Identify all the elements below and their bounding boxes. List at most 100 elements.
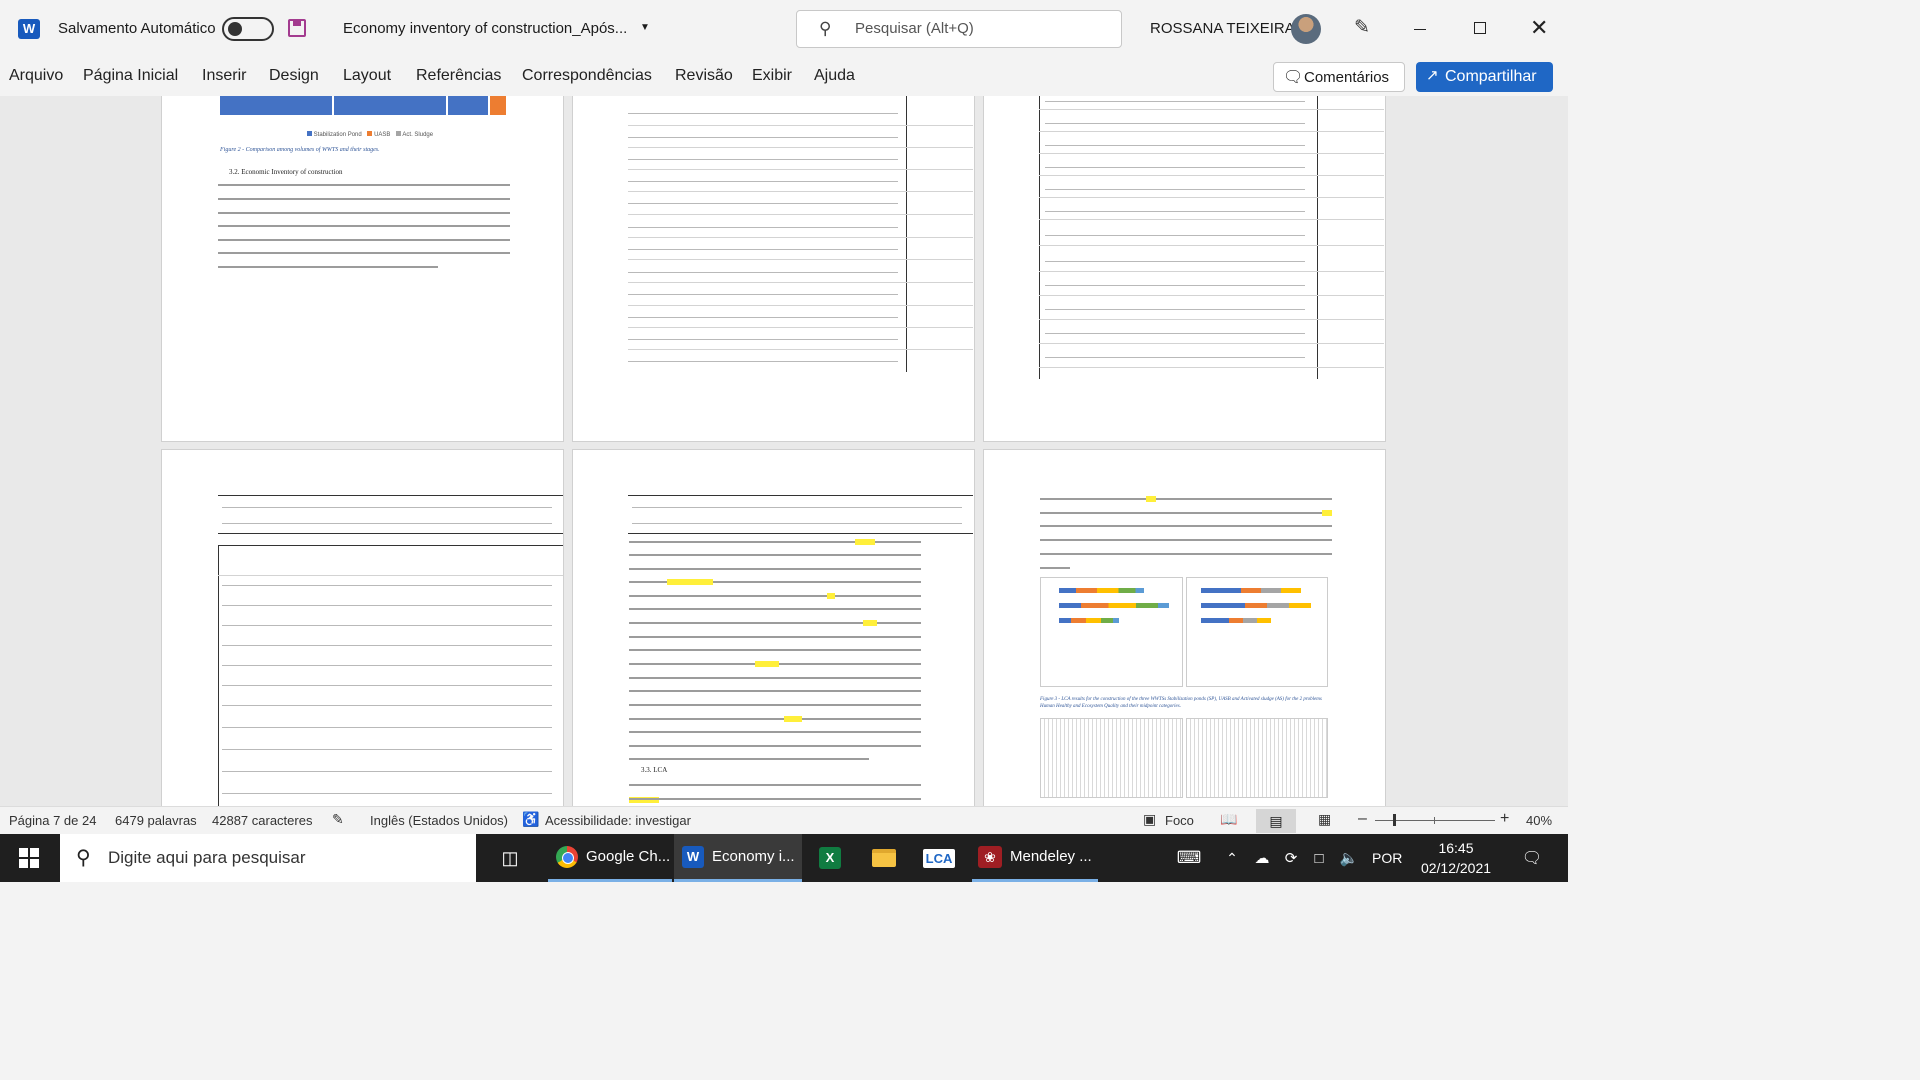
avatar[interactable] [1291,14,1321,44]
tab-correspondencias[interactable]: Correspondências [522,67,652,85]
restore-icon[interactable] [1474,22,1486,34]
autosave-toggle[interactable] [222,17,274,41]
user-name[interactable]: ROSSANA TEIXEIRA [1150,20,1295,37]
tab-revisao[interactable]: Revisão [675,67,733,85]
excel-icon: X [819,847,841,869]
title-bar: W Salvamento Automático Economy inventor… [0,0,1568,59]
taskbar-app-label: Google Ch... [586,848,671,865]
figure3-caption: Figure 3 - LCA results for the construct… [1040,697,1322,709]
keyboard-icon[interactable]: ⌨ [1174,834,1204,882]
zoom-slider[interactable] [1375,814,1495,826]
tab-pagina-inicial[interactable]: Página Inicial [83,67,178,85]
minimize-icon[interactable] [1414,29,1426,30]
taskbar-app-lca[interactable]: LCA [914,834,964,882]
onedrive-icon[interactable]: ☁ [1250,834,1274,882]
clock-date: 02/12/2021 [1420,860,1492,876]
windows-icon [19,848,39,868]
input-language[interactable]: POR [1372,834,1402,882]
word-icon: W [682,845,704,868]
focus-button[interactable]: Foco [1165,813,1194,828]
clock[interactable]: 16:45 02/12/2021 [1414,838,1498,878]
figure2-legend: Stabilization Pond UASB Act. Sludge [307,131,433,138]
tab-inserir[interactable]: Inserir [202,67,246,85]
language-status[interactable]: Inglês (Estados Unidos) [370,813,508,828]
tab-referencias[interactable]: Referências [416,67,501,85]
accessibility-status[interactable]: Acessibilidade: investigar [545,813,691,828]
network-icon[interactable]: □ [1308,834,1330,882]
taskbar-app-word[interactable]: W Economy i... [674,834,802,882]
page-7[interactable]: Stabilization Pond UASB Act. Sludge Figu… [161,96,564,442]
accessibility-icon[interactable]: ♿ [522,811,539,828]
lca-icon: LCA [922,848,956,868]
status-bar: Página 7 de 24 6479 palavras 42887 carac… [0,806,1568,835]
zoom-slider-thumb[interactable] [1393,814,1396,826]
print-layout-icon[interactable]: ▤ [1256,809,1296,833]
figure2-chart [220,96,508,117]
share-label: Compartilhar [1445,68,1537,85]
toggle-knob [228,22,242,36]
search-icon: ⚲ [76,847,91,869]
total-table [218,545,563,806]
comments-button[interactable]: 🗨 Comentários [1273,62,1405,92]
taskbar-search[interactable]: ⚲ Digite aqui para pesquisar [60,834,476,882]
share-icon: ↗ [1426,67,1439,84]
comment-icon: 🗨 [1283,69,1304,86]
section-heading: 3.2. Economic Inventory of construction [229,168,343,176]
taskbar-app-excel[interactable]: X [806,834,854,882]
share-button[interactable]: ↗ Compartilhar [1416,62,1553,92]
save-icon[interactable] [288,19,306,37]
proofing-icon[interactable]: ✎ [332,811,344,828]
volume-icon[interactable]: 🔈 [1338,834,1360,882]
pen-icon[interactable]: ✎ [1354,16,1370,39]
autosave-label: Salvamento Automático [58,20,216,37]
lca-paragraph [629,784,921,786]
sync-icon[interactable]: ⟳ [1280,834,1302,882]
read-mode-icon[interactable]: 📖 [1220,811,1237,828]
figure3-chart-hh [1040,577,1183,687]
tab-design[interactable]: Design [269,67,319,85]
focus-icon[interactable]: ▣ [1143,811,1156,828]
taskbar-search-input[interactable]: Digite aqui para pesquisar [108,848,306,868]
taskbar-app-explorer[interactable] [860,834,908,882]
lca-icon-label: LCA [925,850,953,866]
word-count[interactable]: 6479 palavras [115,813,197,828]
inventory-table [218,495,563,535]
search-icon: ⚲ [819,19,832,38]
page-9[interactable] [983,96,1386,442]
figure3-chart-eq [1186,577,1328,687]
page-11[interactable]: 3.3. LCA [572,449,975,806]
zoom-in-button[interactable]: + [1500,810,1509,828]
start-button[interactable] [0,834,58,882]
chevron-down-icon[interactable]: ▼ [640,22,650,33]
document-canvas[interactable]: Stabilization Pond UASB Act. Sludge Figu… [0,96,1568,806]
character-count[interactable]: 42887 caracteres [212,813,312,828]
page-8[interactable] [572,96,975,442]
tab-layout[interactable]: Layout [343,67,391,85]
taskbar-app-mendeley[interactable]: ❀ Mendeley ... [972,834,1098,882]
taskbar-app-chrome[interactable]: Google Ch... [548,834,672,882]
web-layout-icon[interactable]: ▦ [1318,811,1331,828]
zoom-level[interactable]: 40% [1526,813,1552,828]
zoom-out-button[interactable]: – [1358,810,1367,828]
taskbar: ⚲ Digite aqui para pesquisar ◫ Google Ch… [0,834,1568,882]
chevron-up-icon[interactable]: ⌃ [1222,834,1242,882]
page-10[interactable] [161,449,564,806]
tab-arquivo[interactable]: Arquivo [9,67,63,85]
search-input[interactable]: Pesquisar (Alt+Q) [855,20,974,37]
page-count[interactable]: Página 7 de 24 [9,813,96,828]
document-title[interactable]: Economy inventory of construction_Após..… [343,20,627,37]
word-logo-icon[interactable]: W [18,19,40,39]
task-view-icon[interactable]: ◫ [490,834,530,882]
figure3-chart-hh-2 [1040,718,1183,798]
inventory-table [628,495,973,535]
page-12[interactable]: Figure 3 - LCA results for the construct… [983,449,1386,806]
clock-time: 16:45 [1438,840,1474,856]
tab-exibir[interactable]: Exibir [752,67,792,85]
search-box[interactable]: ⚲ Pesquisar (Alt+Q) [796,10,1122,48]
taskbar-app-label: Mendeley ... [1010,848,1092,865]
notification-icon[interactable]: 🗨 [1512,834,1552,882]
tab-ajuda[interactable]: Ajuda [814,67,855,85]
close-icon[interactable]: ✕ [1530,15,1548,41]
inventory-table [628,96,973,372]
figure3-chart-eq-2 [1186,718,1328,798]
